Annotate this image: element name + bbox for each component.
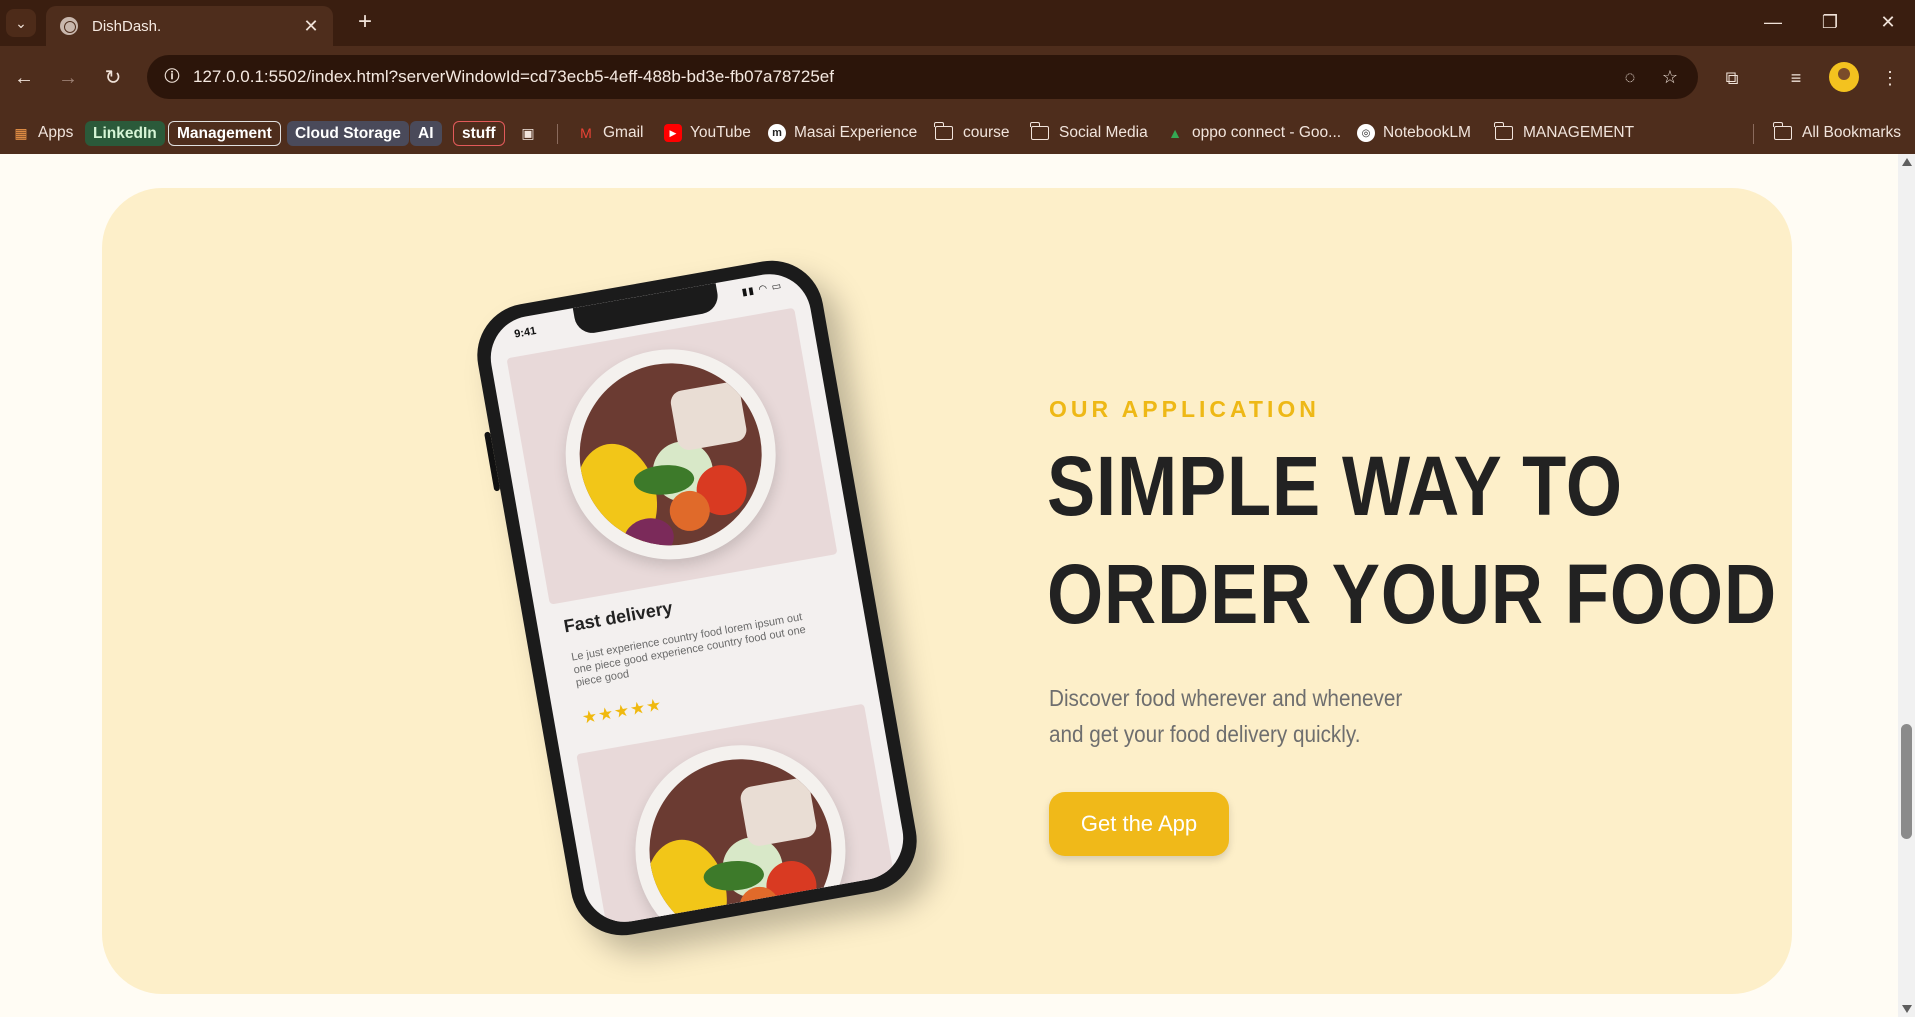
tab-strip: ⌄ DishDash. ✕ + — ❐ ✕ bbox=[0, 0, 1915, 46]
extensions-icon[interactable]: ⧉ bbox=[1716, 62, 1748, 94]
folder-icon bbox=[1030, 122, 1049, 140]
bookmarks-bar: ▦ Apps LinkedIn Management Cloud Storage… bbox=[0, 108, 1915, 154]
bookmark-folder-management[interactable]: MANAGEMENT bbox=[1494, 121, 1635, 145]
profile-avatar[interactable] bbox=[1829, 62, 1859, 92]
headline-line-2: ORDER YOUR FOOD bbox=[1047, 547, 1778, 641]
status-time: 9:41 bbox=[513, 324, 538, 341]
section-eyebrow: OUR APPLICATION bbox=[1049, 396, 1320, 422]
scrollbar-thumb[interactable] bbox=[1901, 724, 1912, 839]
bookmark-label: course bbox=[963, 124, 1010, 141]
tab-groups-icon: ▣ bbox=[521, 124, 535, 141]
section-description: Discover food wherever and whenever and … bbox=[1049, 680, 1427, 752]
folder-icon bbox=[1773, 122, 1792, 140]
bookmark-gmail[interactable]: M Gmail bbox=[577, 121, 643, 145]
bookmark-ai[interactable]: AI bbox=[410, 121, 442, 146]
rating-stars: ★★★★★ bbox=[580, 694, 664, 728]
bookmark-folder-social-media[interactable]: Social Media bbox=[1030, 121, 1148, 145]
headline-line-1: SIMPLE WAY TO bbox=[1047, 439, 1623, 533]
food-image-bottom bbox=[576, 703, 908, 929]
apps-grid-icon: ▦ bbox=[14, 124, 28, 141]
bookmark-notebooklm[interactable]: ◎ NotebookLM bbox=[1357, 121, 1471, 145]
bookmark-masai[interactable]: m Masai Experience bbox=[768, 121, 917, 145]
bookmark-label: Masai Experience bbox=[794, 124, 918, 141]
description-line-1: Discover food wherever and whenever bbox=[1049, 685, 1403, 711]
back-button[interactable]: ← bbox=[8, 62, 40, 94]
phone-card-title: Fast delivery bbox=[562, 597, 675, 637]
bookmark-label: Gmail bbox=[603, 124, 644, 141]
get-the-app-button[interactable]: Get the App bbox=[1049, 792, 1229, 856]
phone-screen: 9:41 ▮▮ ◠ ▭ Fast delivery Le just experi… bbox=[484, 267, 910, 929]
tab-search-chevron-icon[interactable]: ⌄ bbox=[6, 9, 36, 37]
forward-button[interactable]: → bbox=[52, 62, 84, 94]
media-control-icon[interactable]: ≡ bbox=[1780, 62, 1812, 94]
salad-bowl-image bbox=[549, 332, 793, 577]
bookmark-tab-groups[interactable]: ▣ bbox=[519, 121, 545, 145]
google-drive-icon: ▲ bbox=[1168, 125, 1182, 141]
minimize-button[interactable]: — bbox=[1753, 8, 1793, 36]
phone-mockup: 9:41 ▮▮ ◠ ▭ Fast delivery Le just experi… bbox=[469, 252, 925, 944]
folder-icon bbox=[934, 122, 953, 140]
globe-icon bbox=[60, 17, 78, 35]
bookmark-youtube[interactable]: ▶ YouTube bbox=[664, 121, 751, 145]
folder-icon bbox=[1494, 122, 1513, 140]
bookmark-label: All Bookmarks bbox=[1802, 124, 1902, 141]
vertical-scrollbar[interactable] bbox=[1898, 154, 1915, 1017]
status-signal-icon: ▮▮ ◠ ▭ bbox=[741, 280, 784, 299]
scroll-down-icon[interactable] bbox=[1902, 1005, 1912, 1013]
bookmark-label: NotebookLM bbox=[1383, 124, 1471, 141]
scroll-up-icon[interactable] bbox=[1902, 158, 1912, 166]
notebooklm-icon: ◎ bbox=[1357, 124, 1375, 142]
bookmark-label: Apps bbox=[38, 124, 74, 141]
salad-bowl-image bbox=[618, 728, 863, 929]
bookmark-apps[interactable]: ▦ Apps bbox=[12, 121, 73, 145]
youtube-icon: ▶ bbox=[664, 124, 682, 142]
bookmark-separator bbox=[1753, 124, 1754, 144]
browser-toolbar: ← → ↻ ⓘ 127.0.0.1:5502/index.html?server… bbox=[0, 46, 1915, 154]
bookmark-management[interactable]: Management bbox=[168, 121, 281, 146]
new-tab-button[interactable]: + bbox=[350, 9, 380, 37]
bookmark-star-icon[interactable]: ☆ bbox=[1655, 63, 1685, 91]
site-info-icon[interactable]: ⓘ bbox=[157, 62, 187, 92]
menu-kebab-icon[interactable]: ⋮ bbox=[1874, 62, 1906, 94]
section-headline: SIMPLE WAY TO ORDER YOUR FOOD bbox=[1047, 432, 1778, 648]
close-window-button[interactable]: ✕ bbox=[1868, 8, 1908, 36]
description-line-2: and get your food delivery quickly. bbox=[1049, 721, 1361, 747]
eye-off-icon[interactable]: ◌ bbox=[1615, 63, 1645, 91]
close-tab-icon[interactable]: ✕ bbox=[301, 16, 321, 37]
phone-body: 9:41 ▮▮ ◠ ▭ Fast delivery Le just experi… bbox=[469, 252, 925, 944]
url-text[interactable]: 127.0.0.1:5502/index.html?serverWindowId… bbox=[193, 67, 834, 87]
page-viewport: 9:41 ▮▮ ◠ ▭ Fast delivery Le just experi… bbox=[0, 154, 1898, 1017]
address-bar[interactable]: ⓘ 127.0.0.1:5502/index.html?serverWindow… bbox=[147, 55, 1698, 99]
masai-icon: m bbox=[768, 124, 786, 142]
bookmark-separator bbox=[557, 124, 558, 144]
app-promo-section: 9:41 ▮▮ ◠ ▭ Fast delivery Le just experi… bbox=[102, 188, 1792, 994]
bookmark-label: Social Media bbox=[1059, 124, 1148, 141]
bookmark-label: MANAGEMENT bbox=[1523, 124, 1635, 141]
bookmark-label: oppo connect - Goo... bbox=[1192, 124, 1342, 141]
all-bookmarks[interactable]: All Bookmarks bbox=[1773, 121, 1902, 145]
bookmark-oppo-connect[interactable]: ▲ oppo connect - Goo... bbox=[1166, 121, 1341, 145]
bookmark-cloud-storage[interactable]: Cloud Storage bbox=[287, 121, 409, 146]
bookmark-folder-course[interactable]: course bbox=[934, 121, 1010, 145]
bookmark-linkedin[interactable]: LinkedIn bbox=[85, 121, 165, 146]
browser-tab-active[interactable]: DishDash. ✕ bbox=[46, 6, 333, 46]
tab-title: DishDash. bbox=[92, 17, 162, 35]
restore-button[interactable]: ❐ bbox=[1810, 8, 1850, 36]
gmail-icon: M bbox=[580, 125, 592, 141]
reload-button[interactable]: ↻ bbox=[97, 62, 129, 94]
food-image-top bbox=[506, 307, 838, 605]
bookmark-stuff[interactable]: stuff bbox=[453, 121, 505, 146]
bookmark-label: YouTube bbox=[690, 124, 751, 141]
